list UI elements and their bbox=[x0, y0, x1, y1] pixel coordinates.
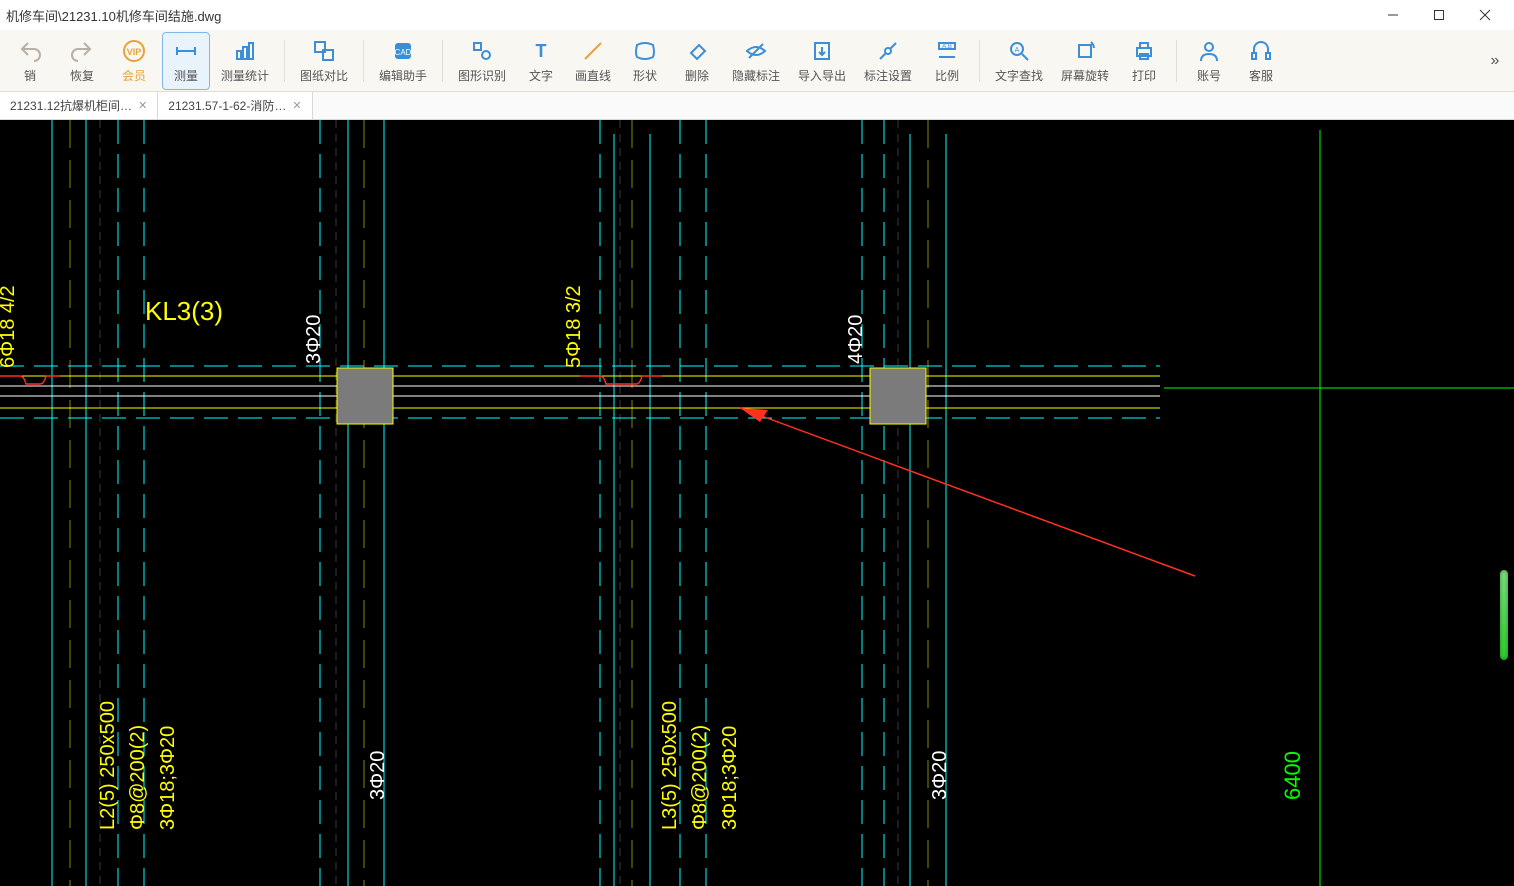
import-export-icon bbox=[809, 38, 835, 64]
import-export-button[interactable]: 导入导出 bbox=[791, 32, 853, 90]
delete-button[interactable]: 删除 bbox=[673, 32, 721, 90]
measure-stat-button[interactable]: 测量统计 bbox=[214, 32, 276, 90]
minimize-button[interactable] bbox=[1370, 0, 1416, 30]
eye-off-icon bbox=[743, 38, 769, 64]
rotate-icon bbox=[1072, 38, 1098, 64]
cad-drawing: KL3(3) 6Φ18 4/2 5Φ18 3/2 3Φ20 4Φ20 3Φ20 … bbox=[0, 120, 1514, 886]
column-rebar: 3Φ20 bbox=[367, 751, 389, 800]
window-controls bbox=[1370, 0, 1508, 30]
beam-l2-line1: L2(5) 250x500 bbox=[97, 701, 119, 830]
edit-helper-icon: CAD bbox=[390, 38, 416, 64]
column-rebar: 3Φ20 bbox=[929, 751, 951, 800]
beam-l2-line3: 3Φ18;3Φ20 bbox=[157, 726, 179, 830]
shape-icon bbox=[632, 38, 658, 64]
toolbar-separator bbox=[363, 40, 364, 82]
beam-l3-line1: L3(5) 250x500 bbox=[659, 701, 681, 830]
annotation-arrow bbox=[740, 408, 1195, 576]
column-box bbox=[337, 368, 393, 424]
svg-text:A: A bbox=[1015, 47, 1020, 54]
beam-band bbox=[0, 366, 1160, 418]
shape-rec-button[interactable]: 图形识别 bbox=[451, 32, 513, 90]
find-text-button[interactable]: A 文字查找 bbox=[988, 32, 1050, 90]
account-button[interactable]: 账号 bbox=[1185, 32, 1233, 90]
compare-button[interactable]: 图纸对比 bbox=[293, 32, 355, 90]
toolbar-separator bbox=[284, 40, 285, 82]
crosshair bbox=[1164, 130, 1514, 886]
shape-rec-icon bbox=[469, 38, 495, 64]
rebar-label: 6Φ18 4/2 bbox=[0, 285, 19, 368]
redo-icon bbox=[69, 38, 95, 64]
toolbar-separator bbox=[979, 40, 980, 82]
tab-1[interactable]: 21231.12抗爆机柜间… ✕ bbox=[0, 92, 158, 119]
beam-l2-line2: Φ8@200(2) bbox=[127, 725, 149, 830]
toolbar-separator bbox=[442, 40, 443, 82]
dimension-value: 6400 bbox=[1280, 751, 1305, 800]
column-rebar: 3Φ20 bbox=[303, 315, 325, 364]
beam-l3-line3: 3Φ18;3Φ20 bbox=[719, 726, 741, 830]
close-icon[interactable]: ✕ bbox=[292, 99, 301, 112]
close-icon[interactable]: ✕ bbox=[138, 99, 147, 112]
close-button[interactable] bbox=[1462, 0, 1508, 30]
title-bar: 机修车间\21231.10机修车间结施.dwg bbox=[0, 0, 1514, 30]
scroll-indicator[interactable] bbox=[1500, 570, 1508, 660]
vip-button[interactable]: VIP 会员 bbox=[110, 32, 158, 90]
column-box bbox=[870, 368, 926, 424]
main-toolbar: 销 恢复 VIP 会员 测量 测量统计 图纸对比 CAD 编辑助手 图形识别 T… bbox=[0, 30, 1514, 92]
svg-text:T: T bbox=[536, 41, 547, 61]
rotate-button[interactable]: 屏幕旋转 bbox=[1054, 32, 1116, 90]
document-tabs: 21231.12抗爆机柜间… ✕ 21231.57-1-62-消防… ✕ bbox=[0, 92, 1514, 120]
hide-annot-button[interactable]: 隐藏标注 bbox=[725, 32, 787, 90]
column-rebar: 4Φ20 bbox=[845, 315, 867, 364]
scale-icon: A:B bbox=[934, 38, 960, 64]
measure-button[interactable]: 测量 bbox=[162, 32, 210, 90]
toolbar-separator bbox=[1176, 40, 1177, 82]
tab-label: 21231.12抗爆机柜间… bbox=[10, 97, 132, 114]
headset-icon bbox=[1248, 38, 1274, 64]
svg-text:CAD: CAD bbox=[395, 48, 412, 57]
print-icon bbox=[1131, 38, 1157, 64]
svg-text:A:B: A:B bbox=[942, 44, 952, 50]
window-title: 机修车间\21231.10机修车间结施.dwg bbox=[6, 6, 1370, 25]
compare-icon bbox=[311, 38, 337, 64]
svg-text:VIP: VIP bbox=[127, 47, 142, 57]
shape-button[interactable]: 形状 bbox=[621, 32, 669, 90]
beam-l3-line2: Φ8@200(2) bbox=[689, 725, 711, 830]
text-button[interactable]: T 文字 bbox=[517, 32, 565, 90]
connection-detail bbox=[0, 376, 662, 384]
stat-icon bbox=[232, 38, 258, 64]
text-icon: T bbox=[528, 38, 554, 64]
line-icon bbox=[580, 38, 606, 64]
vip-icon: VIP bbox=[121, 38, 147, 64]
annot-settings-icon bbox=[875, 38, 901, 64]
undo-button[interactable]: 销 bbox=[6, 32, 54, 90]
user-icon bbox=[1196, 38, 1222, 64]
scale-button[interactable]: A:B 比例 bbox=[923, 32, 971, 90]
line-button[interactable]: 画直线 bbox=[569, 32, 617, 90]
measure-icon bbox=[173, 38, 199, 64]
redo-button[interactable]: 恢复 bbox=[58, 32, 106, 90]
search-icon: A bbox=[1006, 38, 1032, 64]
beam-label: KL3(3) bbox=[145, 296, 223, 326]
undo-icon bbox=[17, 38, 43, 64]
eraser-icon bbox=[684, 38, 710, 64]
tab-label: 21231.57-1-62-消防… bbox=[168, 97, 286, 114]
edit-helper-button[interactable]: CAD 编辑助手 bbox=[372, 32, 434, 90]
toolbar-more-button[interactable]: » bbox=[1480, 52, 1510, 70]
annot-set-button[interactable]: 标注设置 bbox=[857, 32, 919, 90]
service-button[interactable]: 客服 bbox=[1237, 32, 1285, 90]
maximize-button[interactable] bbox=[1416, 0, 1462, 30]
tab-2[interactable]: 21231.57-1-62-消防… ✕ bbox=[158, 92, 312, 119]
print-button[interactable]: 打印 bbox=[1120, 32, 1168, 90]
drawing-canvas[interactable]: KL3(3) 6Φ18 4/2 5Φ18 3/2 3Φ20 4Φ20 3Φ20 … bbox=[0, 120, 1514, 886]
rebar-label: 5Φ18 3/2 bbox=[563, 285, 585, 368]
